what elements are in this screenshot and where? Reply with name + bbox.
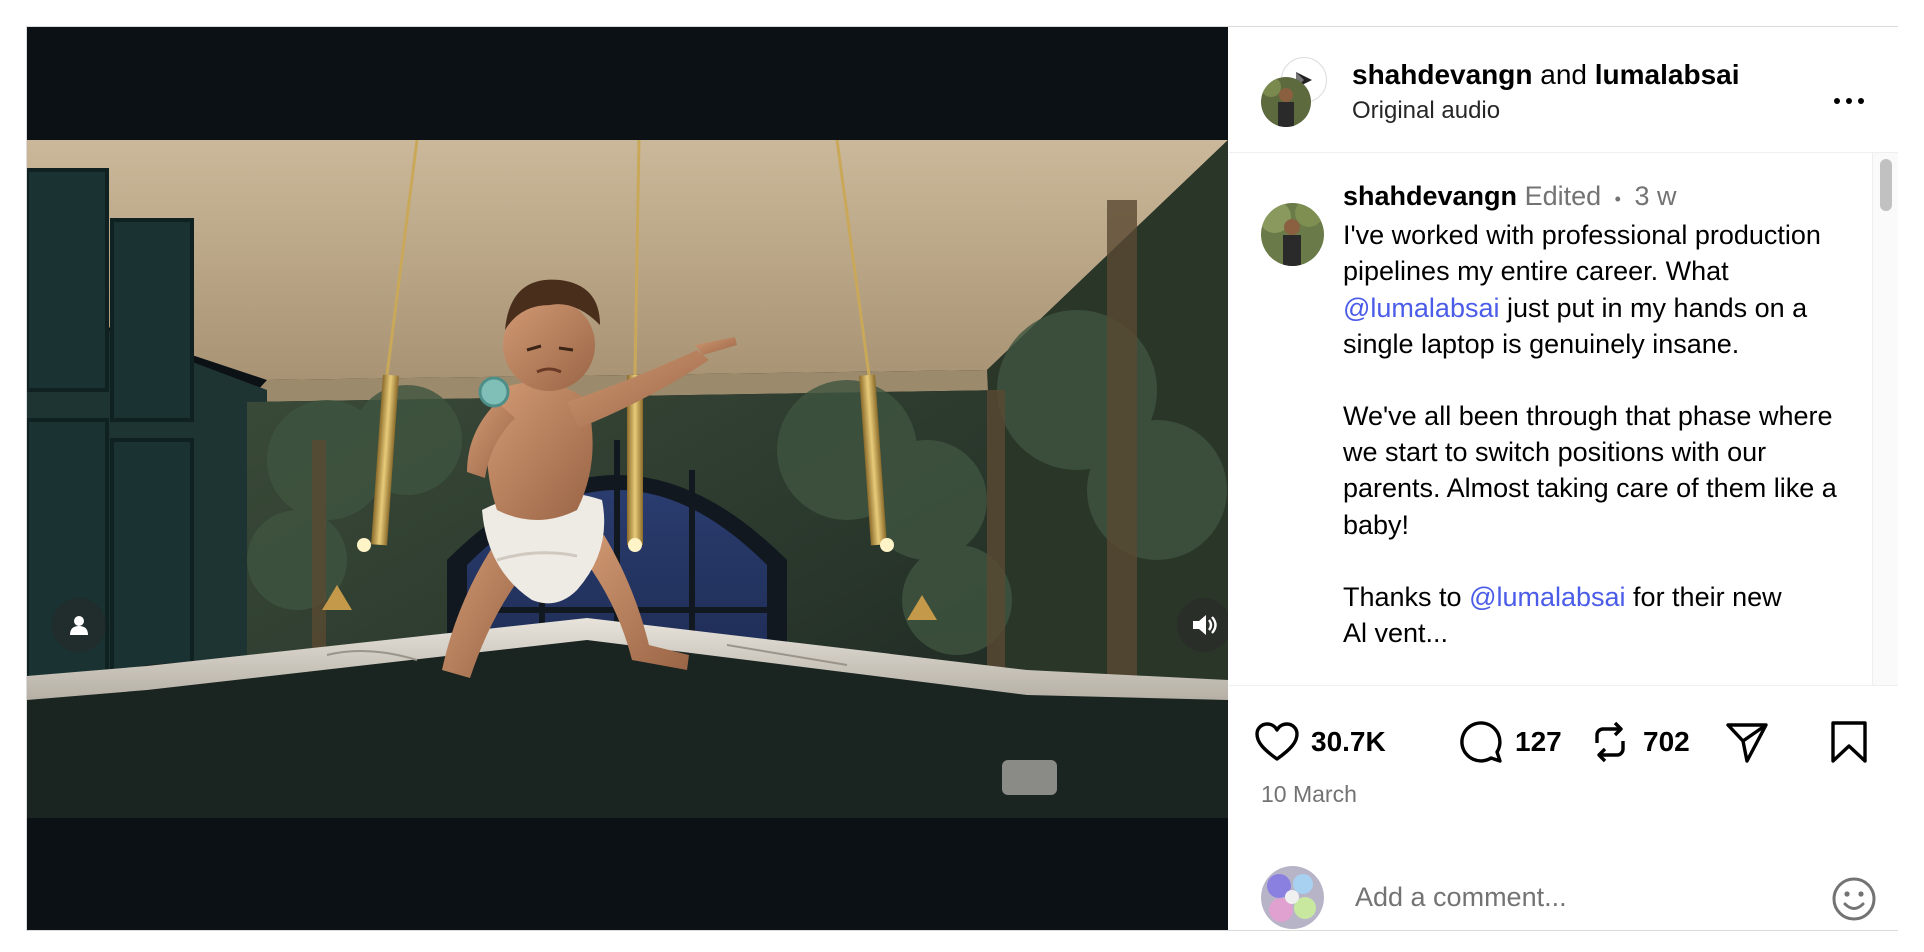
caption-paragraph-3: Thanks to @lumalabsai for their new Al v…	[1343, 579, 1853, 651]
edited-label: Edited	[1524, 181, 1602, 211]
like-count[interactable]: 30.7K	[1311, 726, 1386, 758]
mute-toggle-button[interactable]	[1177, 598, 1228, 652]
more-options-button[interactable]	[1829, 91, 1869, 111]
meta-separator: •	[1614, 189, 1621, 209]
caption-section: shahdevangn Edited • 3 w I've worked wit…	[1229, 153, 1898, 685]
send-icon	[1726, 723, 1768, 763]
heart-icon	[1255, 722, 1299, 761]
more-horizontal-icon	[1834, 98, 1840, 104]
caption-username[interactable]: shahdevangn	[1343, 181, 1517, 211]
emoji-icon	[1832, 877, 1876, 921]
post-authors: shahdevangn and lumalabsai	[1352, 57, 1740, 93]
like-button[interactable]: 30.7K	[1255, 716, 1386, 768]
comment-count[interactable]: 127	[1515, 726, 1562, 758]
share-button[interactable]	[1725, 716, 1769, 768]
user-tags-button[interactable]	[52, 598, 106, 652]
author-username[interactable]: shahdevangn	[1352, 59, 1532, 90]
caption-p3-end: for their new	[1625, 581, 1782, 612]
scrollbar-thumb[interactable]	[1880, 159, 1892, 211]
post-age[interactable]: 3 w	[1634, 181, 1676, 211]
actions-section: 30.7K 127 702 10 March Add a comment...	[1229, 685, 1898, 931]
comment-input[interactable]	[1353, 876, 1787, 918]
mention-link[interactable]: @lumalabsai	[1343, 293, 1499, 323]
caption-p1-start: I've worked with professional production…	[1343, 220, 1821, 287]
post-dialog: shahdevangn and lumalabsai Original audi…	[26, 26, 1898, 931]
caption-first-line: shahdevangn Edited • 3 w I've worked wit…	[1343, 178, 1853, 362]
comment-composer	[1229, 846, 1898, 931]
repost-count[interactable]: 702	[1643, 726, 1690, 758]
repost-icon	[1595, 721, 1625, 763]
mention-link[interactable]: @lumalabsai	[1469, 582, 1625, 612]
collaborator-username[interactable]: lumalabsai	[1595, 59, 1740, 90]
caption-p3-start: Thanks to	[1343, 581, 1470, 612]
bookmark-icon	[1831, 721, 1867, 763]
caption-text: shahdevangn Edited • 3 w I've worked wit…	[1343, 178, 1853, 651]
repost-button[interactable]: 702	[1589, 716, 1690, 768]
caption-p3-cutoff: Al vent...	[1343, 618, 1449, 649]
post-side-panel: shahdevangn and lumalabsai Original audi…	[1229, 27, 1898, 930]
comment-button[interactable]: 127	[1459, 716, 1562, 768]
post-date[interactable]: 10 March	[1261, 781, 1357, 808]
caption-scrollbar[interactable]	[1872, 153, 1898, 685]
video-frame	[27, 140, 1228, 818]
post-header: shahdevangn and lumalabsai Original audi…	[1229, 27, 1898, 153]
current-user-avatar	[1261, 866, 1324, 929]
save-button[interactable]	[1829, 716, 1869, 768]
authors-joiner: and	[1540, 59, 1587, 90]
comment-bubble-icon	[1460, 721, 1502, 763]
reel-video[interactable]	[27, 140, 1228, 818]
media-panel	[27, 27, 1228, 930]
audio-link[interactable]: Original audio	[1352, 95, 1500, 127]
caption-author-avatar[interactable]	[1261, 203, 1324, 266]
user-tag-icon	[70, 616, 88, 635]
caption-paragraph-2: We've all been through that phase where …	[1343, 401, 1837, 540]
volume-icon	[1193, 615, 1217, 635]
emoji-picker-button[interactable]	[1831, 876, 1877, 922]
author-avatar[interactable]	[1261, 77, 1311, 127]
